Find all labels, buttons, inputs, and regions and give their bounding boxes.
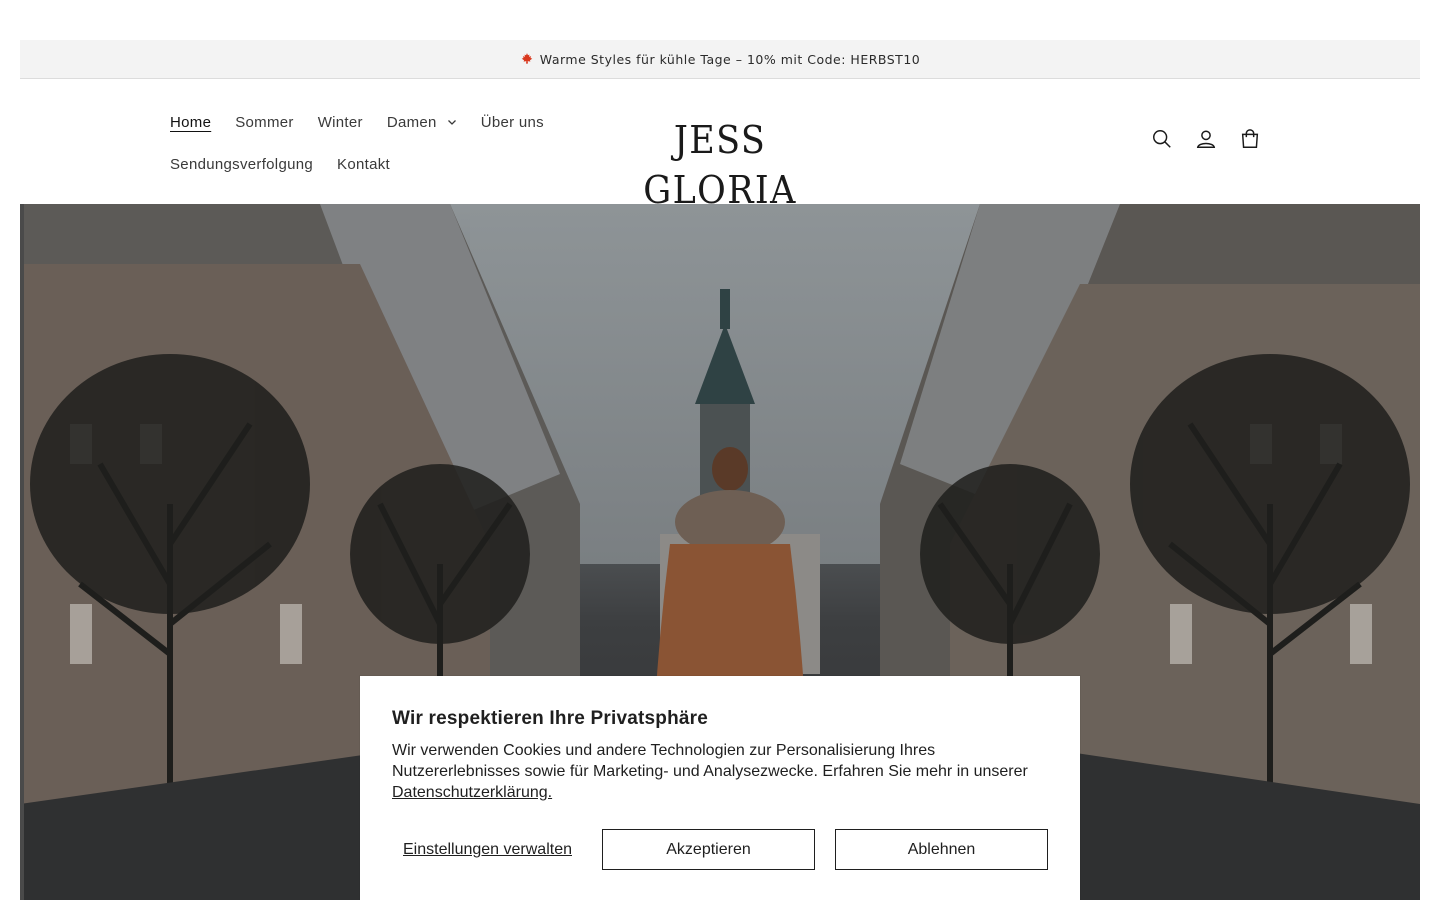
account-icon [1196,130,1216,148]
nav-sommer[interactable]: Sommer [235,114,293,131]
manage-settings-link[interactable]: Einstellungen verwalten [392,841,602,859]
nav-home[interactable]: Home [170,114,211,131]
nav-ueber-uns[interactable]: Über uns [481,114,544,131]
search-icon [1153,130,1171,148]
site-logo[interactable]: JESS GLORIA [619,115,821,212]
cookie-text: Wir verwenden Cookies und andere Technol… [392,740,1048,803]
accept-button[interactable]: Akzeptieren [602,829,815,870]
cookie-actions: Einstellungen verwalten Akzeptieren Able… [392,829,1048,870]
nav-damen-label: Damen [386,113,437,131]
nav-sendungsverfolgung[interactable]: Sendungsverfolgung [170,156,313,173]
header-icons [1150,127,1262,151]
cookie-body: Wir verwenden Cookies und andere Technol… [392,742,1028,780]
cookie-title: Wir respektieren Ihre Privatsphäre [392,708,709,729]
search-button[interactable] [1150,127,1174,151]
nav-winter[interactable]: Winter [318,114,363,131]
main-navigation: Home Sommer Winter Damen Über uns Sendun… [170,101,590,185]
nav-kontakt[interactable]: Kontakt [337,156,390,173]
cart-icon [1241,129,1259,148]
nav-damen[interactable]: Damen [387,114,457,131]
cookie-banner: Wir respektieren Ihre Privatsphäre Wir v… [360,676,1080,900]
decline-button[interactable]: Ablehnen [835,829,1048,870]
site-header: Home Sommer Winter Damen Über uns Sendun… [20,79,1420,212]
privacy-policy-link[interactable]: Datenschutzerklärung. [392,784,552,801]
chevron-down-icon [447,120,456,125]
cart-button[interactable] [1238,127,1262,151]
announcement-text: Warme Styles für kühle Tage – 10% mit Co… [539,51,921,67]
maple-leaf-icon [521,53,533,64]
announcement-bar: Warme Styles für kühle Tage – 10% mit Co… [20,40,1420,79]
hero-edge [20,204,24,900]
account-button[interactable] [1194,127,1218,151]
